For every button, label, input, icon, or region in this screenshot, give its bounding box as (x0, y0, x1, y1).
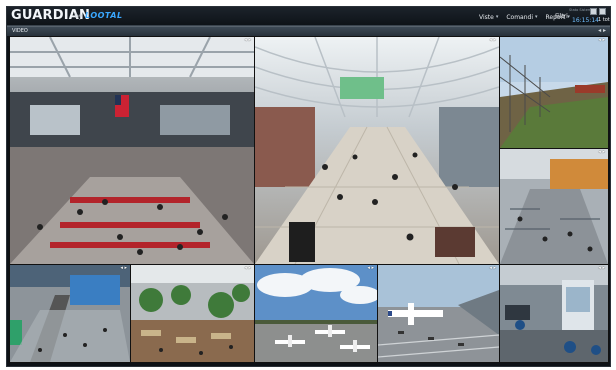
user-indicator[interactable]: 1 tot (598, 17, 610, 23)
camera-feed-apron-sky (255, 265, 377, 362)
camera-tile-terminal-hall[interactable]: ◂ ▸ (9, 36, 255, 265)
tile-nav-controls[interactable]: ◂ ▸ (120, 265, 127, 271)
camera-feed-runway (378, 265, 499, 362)
chevron-down-icon: ▾ (495, 14, 499, 20)
camera-grid: ◂ ▸ ◂ ▸ ◂ ▸ ◂ ▸ ◂ ▸ ◂ ▸ ◂ ▸ ◂ ▸ ◂ ▸ (9, 36, 609, 363)
window-controls (590, 8, 606, 15)
chevron-down-icon: ▾ (535, 14, 538, 20)
camera-tile-checkpoint[interactable]: ◂ ▸ (499, 148, 609, 265)
menu-comandi-label: Comandi (506, 13, 533, 21)
tile-nav-controls[interactable]: ◂ ▸ (598, 149, 605, 155)
camera-feed-security-room (500, 265, 608, 362)
filters-link[interactable]: Filtri (555, 13, 568, 20)
tile-nav-controls[interactable]: ◂ ▸ (489, 265, 496, 271)
minimize-button[interactable] (590, 8, 597, 15)
brand-by-text: by (75, 13, 83, 20)
camera-tile-perimeter-fence[interactable]: ◂ ▸ (499, 36, 609, 149)
camera-feed-terminal-hall (10, 37, 254, 264)
tile-nav-controls[interactable]: ◂ ▸ (367, 265, 374, 271)
camera-feed-concourse (255, 37, 499, 264)
camera-tile-runway[interactable]: ◂ ▸ (377, 264, 500, 363)
tile-nav-controls[interactable]: ◂ ▸ (489, 37, 496, 43)
system-clock: 16:15:14 (572, 17, 599, 24)
menu-viste[interactable]: Viste ▾ (475, 12, 502, 22)
camera-tile-concourse[interactable]: ◂ ▸ (254, 36, 500, 265)
video-panel-title: VIDEO (12, 28, 28, 34)
menu-comandi[interactable]: Comandi ▾ (502, 12, 541, 22)
tile-nav-controls[interactable]: ◂ ▸ (598, 265, 605, 271)
menu-viste-label: Viste (479, 13, 494, 21)
video-panel-header: VIDEO ◂ ▸ (7, 26, 610, 36)
top-bar: GUARDIAN by LOOTAL Viste ▾ Comandi ▾ Rep… (7, 7, 610, 26)
tile-nav-controls[interactable]: ◂ ▸ (244, 265, 251, 271)
camera-tile-atrium-palms[interactable]: ◂ ▸ (130, 264, 255, 363)
brand-sublogo: LOOTAL (85, 11, 123, 20)
guardian-app-window: GUARDIAN by LOOTAL Viste ▾ Comandi ▾ Rep… (6, 6, 611, 367)
camera-feed-perimeter-fence (500, 37, 608, 148)
camera-tile-security-room[interactable]: ◂ ▸ (499, 264, 609, 363)
camera-feed-atrium-palms (131, 265, 254, 362)
camera-tile-apron-sky[interactable]: ◂ ▸ (254, 264, 378, 363)
tile-nav-controls[interactable]: ◂ ▸ (598, 37, 605, 43)
camera-feed-escalators (10, 265, 130, 362)
panel-nav-controls[interactable]: ◂ ▸ (598, 27, 606, 34)
maximize-button[interactable] (599, 8, 606, 15)
camera-feed-checkpoint (500, 149, 608, 264)
tile-nav-controls[interactable]: ◂ ▸ (244, 37, 251, 43)
camera-tile-escalators[interactable]: ◂ ▸ (9, 264, 131, 363)
